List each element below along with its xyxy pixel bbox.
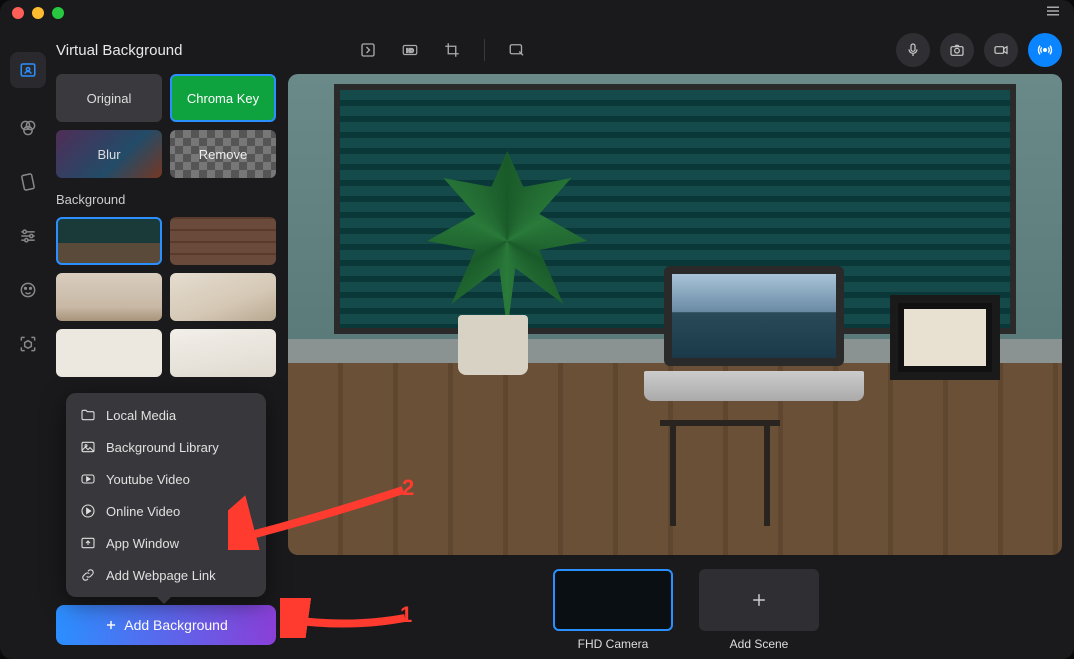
button-label: Add Background	[124, 617, 228, 633]
menu-label: Add Webpage Link	[106, 568, 216, 583]
topbar: Virtual Background HD	[56, 26, 1062, 74]
play-circle-icon	[80, 503, 96, 519]
window-share-icon	[80, 535, 96, 551]
preview-canvas[interactable]	[288, 74, 1062, 555]
add-background-menu: Local Media Background Library Youtube V…	[66, 393, 266, 597]
menu-label: App Window	[106, 536, 179, 551]
background-thumb-2[interactable]	[170, 217, 276, 265]
svg-text:HD: HD	[407, 48, 415, 54]
minimize-window-button[interactable]	[32, 7, 44, 19]
effect-remove[interactable]: Remove	[170, 130, 276, 178]
scene-strip: FHD Camera Add Scene	[288, 569, 1062, 659]
export-icon[interactable]	[352, 34, 384, 66]
effect-label: Chroma Key	[187, 91, 259, 106]
menu-online-video[interactable]: Online Video	[66, 495, 266, 527]
maximize-window-button[interactable]	[52, 7, 64, 19]
page-title: Virtual Background	[56, 42, 182, 59]
background-thumb-6[interactable]	[170, 329, 276, 377]
nav-filters[interactable]	[14, 114, 42, 142]
snapshot-button[interactable]	[940, 33, 974, 67]
add-scene-box	[699, 569, 819, 631]
menu-app-window[interactable]: App Window	[66, 527, 266, 559]
scene-label: FHD Camera	[578, 637, 649, 651]
menu-label: Local Media	[106, 408, 176, 423]
effect-label: Remove	[199, 147, 247, 162]
effect-original[interactable]: Original	[56, 74, 162, 122]
nav-rail	[0, 26, 56, 659]
nav-ar[interactable]	[14, 330, 42, 358]
scene-label: Add Scene	[730, 637, 789, 651]
mic-button[interactable]	[896, 33, 930, 67]
folder-icon	[80, 407, 96, 423]
menu-add-webpage-link[interactable]: Add Webpage Link	[66, 559, 266, 591]
background-thumb-5[interactable]	[56, 329, 162, 377]
background-thumb-3[interactable]	[56, 273, 162, 321]
scene-thumb	[553, 569, 673, 631]
menu-label: Background Library	[106, 440, 219, 455]
link-icon	[80, 567, 96, 583]
image-icon	[80, 439, 96, 455]
plus-icon	[749, 590, 769, 610]
side-panel: Original Chroma Key Blur Remove Backgrou…	[56, 74, 276, 659]
effect-label: Original	[87, 91, 132, 106]
youtube-icon	[80, 471, 96, 487]
plus-icon	[104, 618, 118, 632]
background-section-label: Background	[56, 192, 276, 207]
nav-sliders[interactable]	[14, 222, 42, 250]
effect-chroma-key[interactable]: Chroma Key	[170, 74, 276, 122]
add-background-button[interactable]: Add Background	[56, 605, 276, 645]
record-button[interactable]	[984, 33, 1018, 67]
preview-scene-render	[288, 74, 1062, 555]
hd-icon[interactable]: HD	[394, 34, 426, 66]
nav-face[interactable]	[14, 276, 42, 304]
divider	[484, 39, 485, 61]
menu-label: Online Video	[106, 504, 180, 519]
app-window: Virtual Background HD	[0, 0, 1074, 659]
effect-label: Blur	[97, 147, 120, 162]
annotate-icon[interactable]	[501, 34, 533, 66]
menu-icon[interactable]	[1044, 2, 1062, 25]
menu-local-media[interactable]: Local Media	[66, 399, 266, 431]
background-thumb-1[interactable]	[56, 217, 162, 265]
close-window-button[interactable]	[12, 7, 24, 19]
titlebar	[0, 0, 1074, 26]
scene-tile-add[interactable]: Add Scene	[694, 569, 824, 651]
menu-youtube-video[interactable]: Youtube Video	[66, 463, 266, 495]
nav-virtual-background[interactable]	[10, 52, 46, 88]
effect-blur[interactable]: Blur	[56, 130, 162, 178]
window-controls	[12, 7, 64, 19]
background-thumb-4[interactable]	[170, 273, 276, 321]
menu-background-library[interactable]: Background Library	[66, 431, 266, 463]
scene-tile-camera[interactable]: FHD Camera	[548, 569, 678, 651]
menu-label: Youtube Video	[106, 472, 190, 487]
nav-device[interactable]	[14, 168, 42, 196]
stream-button[interactable]	[1028, 33, 1062, 67]
crop-icon[interactable]	[436, 34, 468, 66]
